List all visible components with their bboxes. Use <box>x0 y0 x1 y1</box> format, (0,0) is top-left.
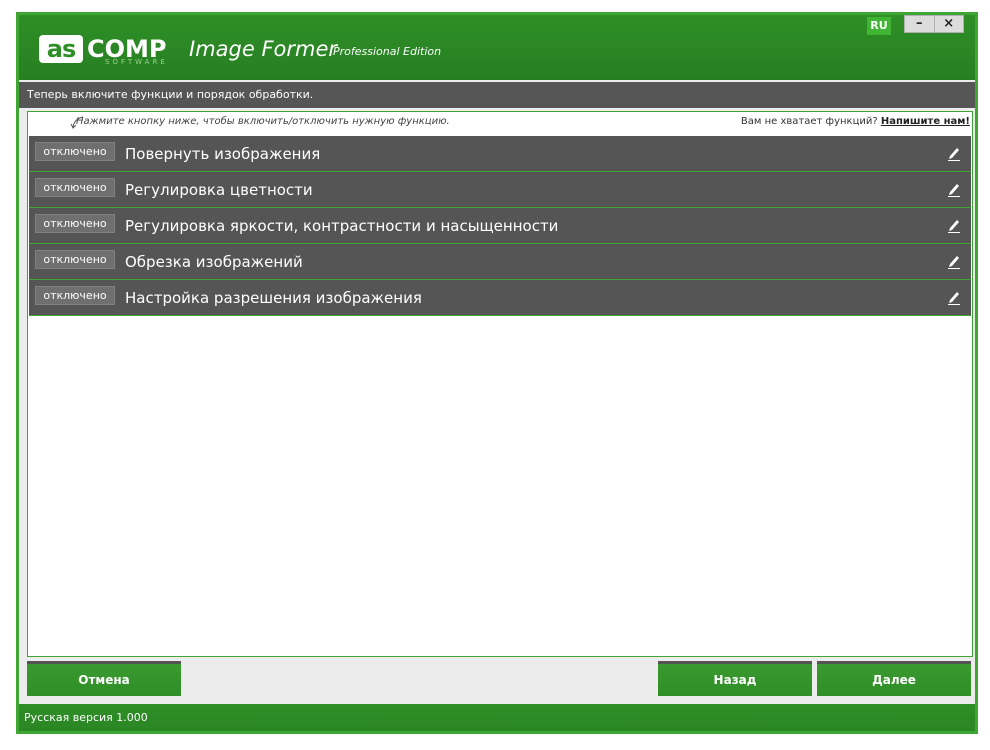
edition-label: Professional Edition <box>333 45 442 58</box>
instruction-bar: Теперь включите функции и порядок обрабо… <box>19 82 975 108</box>
function-panel: Нажмите кнопку ниже, чтобы включить/откл… <box>27 111 973 657</box>
missing-text: Вам не хватает функций? <box>740 116 878 127</box>
function-row: отключено Регулировка цветности <box>29 172 971 208</box>
function-row: отключено Обрезка изображений <box>29 244 971 280</box>
function-row: отключено Повернуть изображения <box>29 136 971 172</box>
status-bar: Русская версия 1.000 <box>19 704 975 731</box>
language-button[interactable]: RU <box>867 17 891 35</box>
function-label: Настройка разрешения изображения <box>125 289 422 307</box>
edit-icon[interactable] <box>947 217 961 233</box>
function-row: отключено Настройка разрешения изображен… <box>29 280 971 316</box>
cancel-button[interactable]: Отмена <box>27 661 181 696</box>
edit-icon[interactable] <box>947 253 961 269</box>
logo-software: SOFTWARE <box>105 58 168 66</box>
edit-icon[interactable] <box>947 181 961 197</box>
app-window: as COMP SOFTWARE Image Former Profession… <box>16 12 978 734</box>
function-list: отключено Повернуть изображения отключен… <box>29 136 971 316</box>
toggle-button[interactable]: отключено <box>35 214 115 233</box>
edit-icon[interactable] <box>947 289 961 305</box>
function-label: Регулировка яркости, контрастности и нас… <box>125 217 559 235</box>
edit-icon[interactable] <box>947 145 961 161</box>
function-label: Регулировка цветности <box>125 181 313 199</box>
function-row: отключено Регулировка яркости, контрастн… <box>29 208 971 244</box>
toggle-button[interactable]: отключено <box>35 250 115 269</box>
toggle-button[interactable]: отключено <box>35 178 115 197</box>
back-button[interactable]: Назад <box>658 661 812 696</box>
minimize-button[interactable]: – <box>905 16 935 32</box>
app-title: Image Former <box>189 37 338 61</box>
missing-functions: Вам не хватает функций? Напишите нам! <box>741 115 970 129</box>
toggle-button[interactable]: отключено <box>35 142 115 161</box>
function-label: Повернуть изображения <box>125 145 321 163</box>
next-button[interactable]: Далее <box>817 661 971 696</box>
logo-mark: as <box>39 35 83 63</box>
window-controls: – × <box>904 15 964 33</box>
function-label: Обрезка изображений <box>125 253 303 271</box>
close-button[interactable]: × <box>935 16 964 32</box>
title-bar: as COMP SOFTWARE Image Former Profession… <box>19 15 975 80</box>
hint-text: Нажмите кнопку ниже, чтобы включить/откл… <box>76 116 450 127</box>
toggle-button[interactable]: отключено <box>35 286 115 305</box>
contact-link[interactable]: Напишите нам! <box>881 116 970 127</box>
